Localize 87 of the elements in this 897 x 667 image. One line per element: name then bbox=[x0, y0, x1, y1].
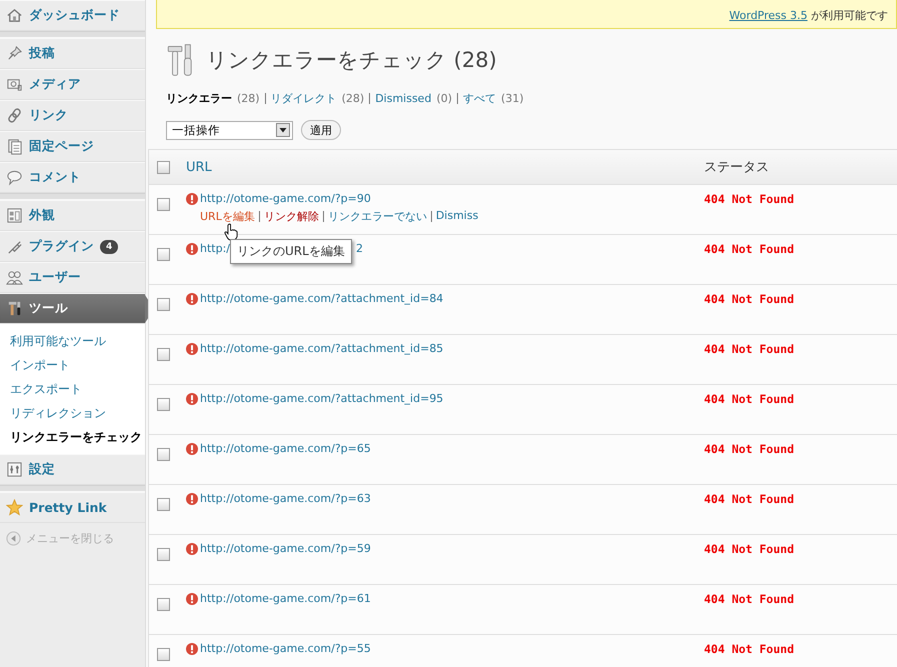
menu-item[interactable]: 外観 bbox=[0, 200, 145, 231]
error-icon bbox=[186, 592, 198, 604]
status-text: 404 Not Found bbox=[704, 242, 794, 256]
pin-icon bbox=[6, 45, 23, 62]
web-address[interactable]: http://otome-game.com/?p=55 bbox=[200, 642, 371, 655]
status-text: 404 Not Found bbox=[704, 492, 794, 506]
filter-count: (28) bbox=[342, 92, 364, 105]
filter-link[interactable]: リンクエラー bbox=[166, 91, 232, 106]
column-header[interactable]: ステータス bbox=[704, 158, 769, 176]
menu-item[interactable]: プラグイン 4 bbox=[0, 231, 145, 262]
row-checkbox[interactable] bbox=[157, 348, 170, 361]
status-text: 404 Not Found bbox=[704, 292, 794, 306]
select-all-checkbox[interactable] bbox=[157, 160, 170, 174]
home-icon bbox=[6, 7, 23, 24]
row-checkbox[interactable] bbox=[157, 648, 170, 661]
status-text: 404 Not Found bbox=[704, 542, 794, 556]
web-address[interactable]: http://otome-game.com/?p=59 bbox=[200, 542, 371, 555]
status-text: 404 Not Found bbox=[704, 342, 794, 356]
error-icon bbox=[186, 442, 198, 454]
page-title: リンクエラーをチェック (28) bbox=[206, 47, 497, 74]
speech-bubble-icon bbox=[6, 169, 23, 186]
error-icon bbox=[186, 242, 198, 254]
submenu-item[interactable]: エクスポート bbox=[0, 378, 145, 402]
web-address-end: 2 bbox=[356, 242, 363, 255]
row-checkbox[interactable] bbox=[157, 248, 170, 261]
error-icon bbox=[186, 392, 198, 404]
status-text: 404 Not Found bbox=[704, 392, 794, 406]
filter-count: (0) bbox=[436, 92, 452, 105]
error-icon bbox=[186, 292, 198, 304]
error-icon bbox=[186, 342, 198, 354]
row-checkbox[interactable] bbox=[157, 198, 170, 211]
menu-item[interactable]: 投稿 bbox=[0, 38, 145, 69]
bulk-actions-dropdown[interactable]: 一括操作 bbox=[166, 120, 293, 140]
row-checkbox[interactable] bbox=[157, 598, 170, 611]
hand-cursor-icon bbox=[224, 223, 238, 241]
update-link[interactable]: WordPress 3.5 bbox=[729, 9, 808, 22]
settings-icon bbox=[6, 461, 23, 478]
menu-item[interactable]: ツール bbox=[0, 293, 145, 324]
error-icon bbox=[186, 642, 198, 654]
row-action-link[interactable]: リンクエラーでない bbox=[328, 209, 427, 224]
tools-icon bbox=[6, 300, 23, 317]
submenu-item[interactable]: リディレクション bbox=[0, 402, 145, 426]
status-text: 404 Not Found bbox=[704, 192, 794, 206]
menu-item[interactable]: メディア bbox=[0, 69, 145, 100]
web-address[interactable]: http://otome-game.com/?p=63 bbox=[200, 492, 371, 505]
filter-link[interactable]: リダイレクト bbox=[270, 91, 337, 106]
web-address[interactable]: http:/ bbox=[200, 242, 230, 255]
row-checkbox[interactable] bbox=[157, 298, 170, 311]
filter-link[interactable]: すべて bbox=[463, 91, 496, 106]
row-checkbox[interactable] bbox=[157, 548, 170, 561]
web-address[interactable]: http://otome-game.com/?p=61 bbox=[200, 592, 371, 605]
chain-icon bbox=[6, 107, 23, 124]
users-icon bbox=[6, 269, 23, 286]
menu-item[interactable]: 固定ページ bbox=[0, 131, 145, 162]
status-text: 404 Not Found bbox=[704, 642, 794, 656]
web-address[interactable]: http://otome-game.com/?p=65 bbox=[200, 442, 371, 455]
web-address[interactable]: http://otome-game.com/?attachment_id=85 bbox=[200, 342, 444, 355]
submenu-item[interactable]: インポート bbox=[0, 354, 145, 378]
status-text: 404 Not Found bbox=[704, 592, 794, 606]
filter-count: (28) bbox=[237, 92, 260, 105]
row-checkbox[interactable] bbox=[157, 498, 170, 511]
submenu-item[interactable]: 利用可能なツール bbox=[0, 330, 145, 354]
row-action-link[interactable]: リンク解除 bbox=[264, 209, 319, 224]
submenu-item[interactable]: リンクエラーをチェック bbox=[0, 426, 145, 450]
row-checkbox[interactable] bbox=[157, 448, 170, 461]
error-icon bbox=[186, 492, 198, 504]
row-checkbox[interactable] bbox=[157, 398, 170, 411]
tooltip: リンクのURLを編集 bbox=[230, 239, 352, 264]
web-address[interactable]: http://otome-game.com/?attachment_id=95 bbox=[200, 392, 444, 405]
filter-count: (31) bbox=[501, 92, 524, 105]
web-address[interactable]: http://otome-game.com/?attachment_id=84 bbox=[200, 292, 444, 305]
error-icon bbox=[186, 542, 198, 554]
update-message: WordPress 3.5 が利用可能です bbox=[729, 8, 888, 23]
web-address[interactable]: http://otome-game.com/?p=90 bbox=[200, 192, 371, 205]
apply-button[interactable]: 適用 bbox=[301, 120, 341, 140]
error-icon bbox=[186, 192, 198, 204]
pages-icon bbox=[6, 138, 23, 155]
status-text: 404 Not Found bbox=[704, 442, 794, 456]
menu-item[interactable]: リンク bbox=[0, 100, 145, 131]
row-action-link[interactable]: Dismiss bbox=[436, 209, 478, 224]
column-header[interactable]: URL bbox=[186, 160, 704, 174]
menu-item[interactable]: Pretty Link bbox=[0, 492, 145, 523]
row-action-link[interactable]: URLを編集 bbox=[200, 209, 255, 224]
star-icon bbox=[6, 499, 23, 516]
count-badge: 4 bbox=[100, 240, 118, 254]
filter-link[interactable]: Dismissed bbox=[375, 92, 432, 105]
layout-icon bbox=[6, 207, 23, 224]
